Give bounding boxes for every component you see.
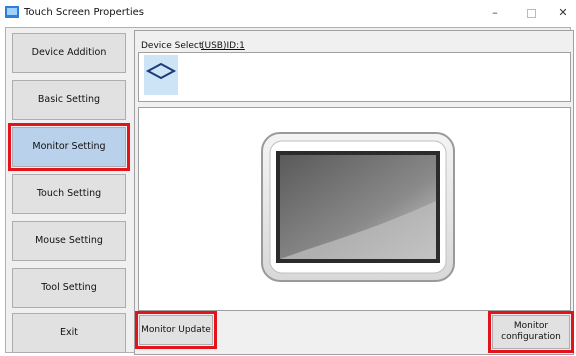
monitor-graphic bbox=[261, 132, 455, 282]
sidebar-mouse-setting[interactable]: Mouse Setting bbox=[12, 221, 126, 261]
maximize-button[interactable] bbox=[514, 0, 548, 26]
monitor-configuration-label-line1: Monitor bbox=[513, 321, 549, 331]
maximize-icon bbox=[526, 8, 536, 18]
sidebar-exit[interactable]: Exit bbox=[12, 313, 126, 353]
sidebar-monitor-setting[interactable]: Monitor Setting bbox=[8, 123, 130, 171]
title-bar: Touch Screen Properties – ✕ bbox=[0, 0, 576, 26]
sidebar-basic-setting[interactable]: Basic Setting bbox=[12, 80, 126, 120]
device-list bbox=[138, 52, 571, 102]
window-title: Touch Screen Properties bbox=[24, 7, 144, 18]
sidebar-touch-setting[interactable]: Touch Setting bbox=[12, 174, 126, 214]
device-thumbnail[interactable] bbox=[144, 55, 178, 95]
monitor-configuration-label-line2: configuration bbox=[501, 332, 561, 342]
monitor-configuration-button[interactable]: Monitor configuration bbox=[488, 311, 574, 353]
minimize-button[interactable]: – bbox=[478, 0, 512, 26]
sidebar-device-addition[interactable]: Device Addition bbox=[12, 33, 126, 73]
device-id-link[interactable]: (USB)ID:1 bbox=[201, 41, 245, 51]
sidebar-tool-setting[interactable]: Tool Setting bbox=[12, 268, 126, 308]
close-button[interactable]: ✕ bbox=[546, 0, 576, 26]
monitor-update-button[interactable]: Monitor Update bbox=[135, 311, 217, 349]
app-icon bbox=[5, 6, 19, 18]
device-select-label: Device Select bbox=[141, 41, 203, 51]
monitor-device-icon bbox=[145, 62, 177, 80]
